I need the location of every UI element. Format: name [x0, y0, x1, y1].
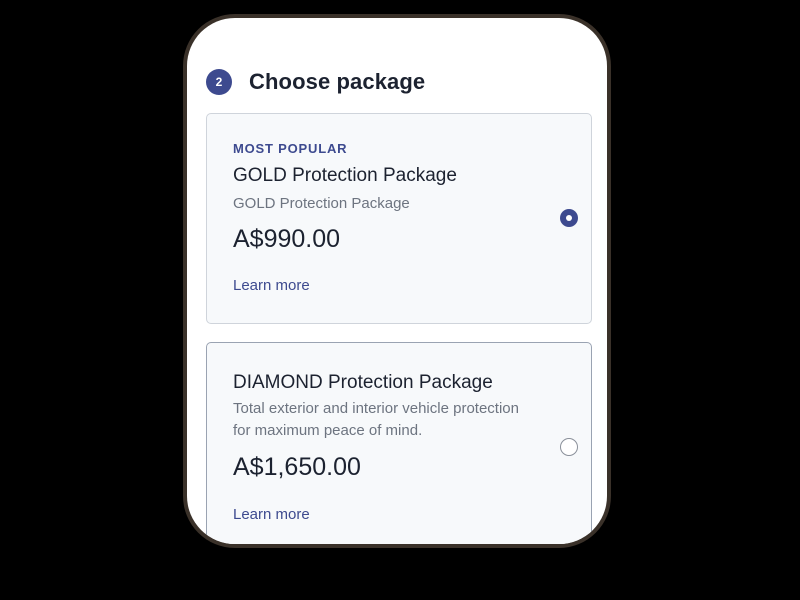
- learn-more-link[interactable]: Learn more: [233, 506, 310, 523]
- learn-more-link[interactable]: Learn more: [233, 277, 310, 294]
- radio-selected-icon[interactable]: [560, 209, 578, 227]
- package-name: DIAMOND Protection Package: [233, 372, 493, 393]
- section-title: Choose package: [249, 69, 426, 94]
- package-card-diamond[interactable]: DIAMOND Protection Package Total exterio…: [206, 342, 592, 544]
- package-description: Total exterior and interior vehicle prot…: [233, 400, 519, 439]
- package-price: A$990.00: [233, 225, 341, 253]
- step-number-badge: 2: [206, 69, 232, 95]
- package-name: GOLD Protection Package: [233, 165, 457, 186]
- device-frame: 2 Choose package MOST POPULAR GOLD Prote…: [183, 14, 611, 548]
- package-price: A$1,650.00: [233, 453, 361, 481]
- stage: 2 Choose package MOST POPULAR GOLD Prote…: [0, 0, 800, 600]
- most-popular-tag: MOST POPULAR: [233, 141, 348, 156]
- package-description: GOLD Protection Package: [233, 195, 410, 212]
- device-screen: 2 Choose package MOST POPULAR GOLD Prote…: [187, 18, 607, 544]
- radio-unselected-icon[interactable]: [560, 438, 578, 456]
- section-header: 2 Choose package: [206, 69, 425, 95]
- package-card-gold[interactable]: MOST POPULAR GOLD Protection Package GOL…: [206, 113, 592, 324]
